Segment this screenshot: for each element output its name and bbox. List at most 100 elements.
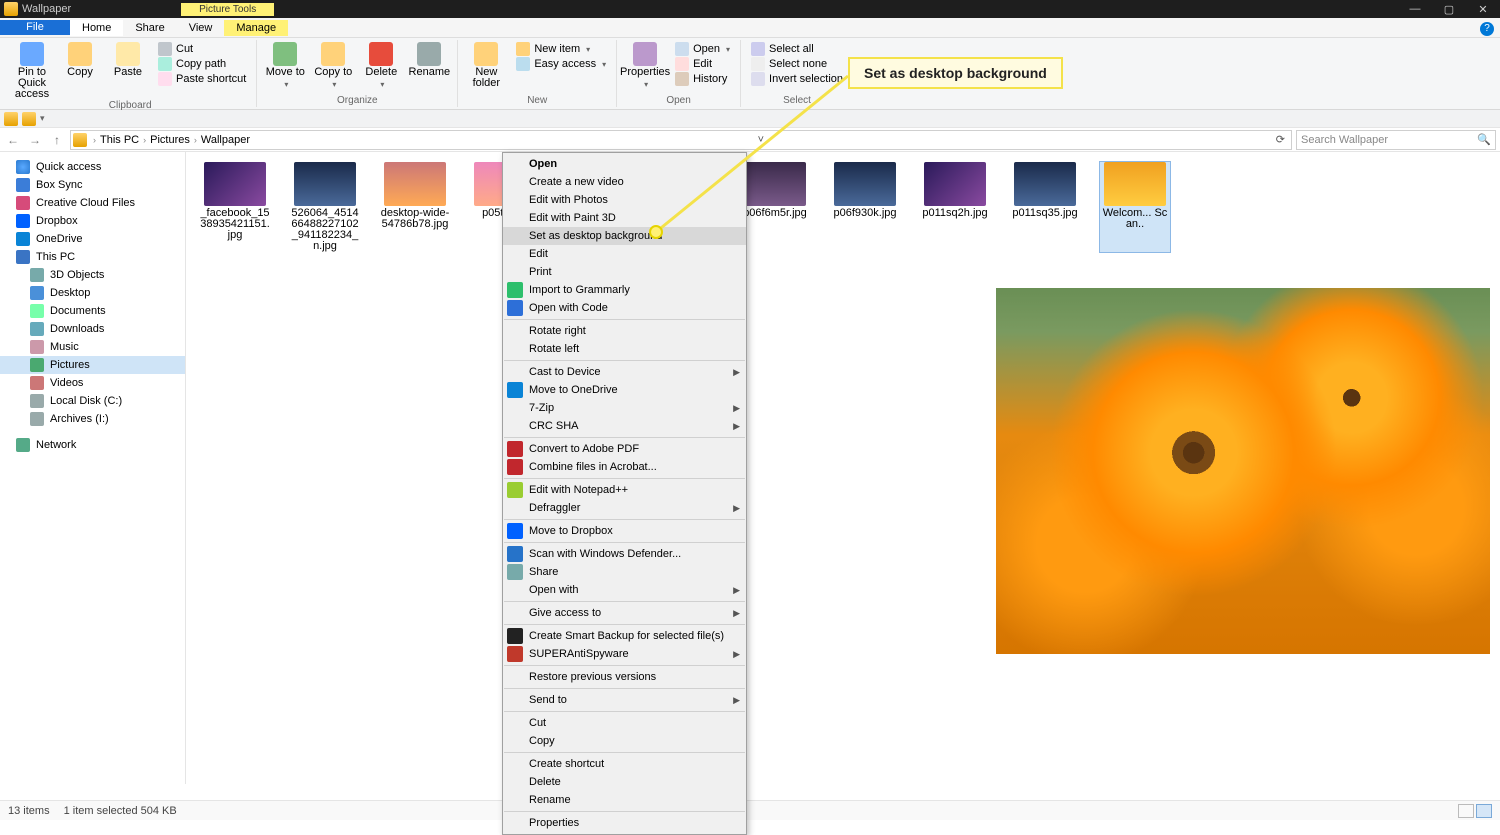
pin-to-quick-access-button[interactable]: Pin to Quick access xyxy=(10,42,54,100)
paste-button[interactable]: Paste xyxy=(106,42,150,78)
context-menu-item[interactable]: Edit with Photos xyxy=(503,191,746,209)
picture-tools-tab[interactable]: Picture Tools xyxy=(181,3,274,16)
maximize-button[interactable]: ▢ xyxy=(1432,0,1466,18)
context-menu-item[interactable]: Rotate right xyxy=(503,322,746,340)
file-item[interactable]: p011sq35.jpg xyxy=(1010,162,1080,252)
tab-file[interactable]: File xyxy=(0,20,70,35)
breadcrumb[interactable]: › This PC› Pictures› Wallpaper ˅ ⟳ xyxy=(70,130,1292,150)
context-menu-item[interactable]: Properties xyxy=(503,814,746,832)
sidebar-item-pic[interactable]: Pictures xyxy=(0,356,185,374)
context-menu-item[interactable]: Share xyxy=(503,563,746,581)
context-menu-item[interactable]: Create a new video xyxy=(503,173,746,191)
easy-access-button[interactable]: Easy access xyxy=(512,57,610,71)
context-menu-item[interactable]: 7-Zip▶ xyxy=(503,399,746,417)
context-menu-item[interactable]: Copy xyxy=(503,732,746,750)
context-menu-item[interactable]: Cast to Device▶ xyxy=(503,363,746,381)
copy-to-button[interactable]: Copy to xyxy=(311,42,355,90)
context-menu-item[interactable]: Restore previous versions xyxy=(503,668,746,686)
sidebar-item-box[interactable]: Box Sync xyxy=(0,176,185,194)
qat-dropdown-icon[interactable]: ▾ xyxy=(40,113,45,124)
tab-manage[interactable]: Manage xyxy=(224,20,288,36)
help-icon[interactable]: ? xyxy=(1480,22,1494,36)
history-button[interactable]: History xyxy=(671,72,734,86)
select-all-button[interactable]: Select all xyxy=(747,42,847,56)
context-menu-item[interactable]: Delete xyxy=(503,773,746,791)
context-menu-item[interactable]: Open with▶ xyxy=(503,581,746,599)
minimize-button[interactable]: — xyxy=(1398,0,1432,18)
refresh-button[interactable]: ⟳ xyxy=(1272,133,1289,146)
context-menu-item[interactable]: Create shortcut xyxy=(503,755,746,773)
move-to-button[interactable]: Move to xyxy=(263,42,307,90)
sidebar-item-cc[interactable]: Creative Cloud Files xyxy=(0,194,185,212)
context-menu-item[interactable]: Rename xyxy=(503,791,746,809)
sidebar-item-vid[interactable]: Videos xyxy=(0,374,185,392)
sidebar-item-doc[interactable]: Documents xyxy=(0,302,185,320)
sidebar-item-net[interactable]: Network xyxy=(0,436,185,454)
delete-button[interactable]: Delete xyxy=(359,42,403,90)
context-menu-item[interactable]: Defraggler▶ xyxy=(503,499,746,517)
sidebar-item-desk[interactable]: Desktop xyxy=(0,284,185,302)
invert-selection-button[interactable]: Invert selection xyxy=(747,72,847,86)
sidebar-item-pc[interactable]: This PC xyxy=(0,248,185,266)
file-item[interactable]: p06f930k.jpg xyxy=(830,162,900,252)
tab-share[interactable]: Share xyxy=(123,20,176,36)
new-item-button[interactable]: New item xyxy=(512,42,610,56)
tab-home[interactable]: Home xyxy=(70,20,123,36)
context-menu-item[interactable]: Convert to Adobe PDF xyxy=(503,440,746,458)
breadcrumb-part[interactable]: This PC xyxy=(100,134,139,146)
context-menu-item[interactable]: Edit with Notepad++ xyxy=(503,481,746,499)
context-menu-item[interactable]: CRC SHA▶ xyxy=(503,417,746,435)
new-folder-button[interactable]: New folder xyxy=(464,42,508,89)
context-menu-item[interactable]: Edit xyxy=(503,245,746,263)
sidebar-item-disk[interactable]: Local Disk (C:) xyxy=(0,392,185,410)
file-item[interactable]: _facebook_1538935421151.jpg xyxy=(200,162,270,252)
sidebar-item-3d[interactable]: 3D Objects xyxy=(0,266,185,284)
context-menu-item[interactable]: Open with Code xyxy=(503,299,746,317)
copy-button[interactable]: Copy xyxy=(58,42,102,78)
context-menu-item[interactable]: Scan with Windows Defender... xyxy=(503,545,746,563)
cut-button[interactable]: Cut xyxy=(154,42,250,56)
rename-button[interactable]: Rename xyxy=(407,42,451,78)
breadcrumb-dropdown-icon[interactable]: ˅ xyxy=(754,134,768,146)
file-item[interactable]: 526064_451466488227102_941182234_n.jpg xyxy=(290,162,360,252)
context-menu-item[interactable]: Combine files in Acrobat... xyxy=(503,458,746,476)
context-menu-item[interactable]: Print xyxy=(503,263,746,281)
sidebar-item-arch[interactable]: Archives (I:) xyxy=(0,410,185,428)
close-button[interactable]: ✕ xyxy=(1466,0,1500,18)
context-menu-item[interactable]: Give access to▶ xyxy=(503,604,746,622)
sidebar-item-dl[interactable]: Downloads xyxy=(0,320,185,338)
context-menu-item[interactable]: Edit with Paint 3D xyxy=(503,209,746,227)
open-button[interactable]: Open xyxy=(671,42,734,56)
file-item[interactable]: Welcom... Scan.. xyxy=(1100,162,1170,252)
file-item[interactable]: p06f6m5r.jpg xyxy=(740,162,810,252)
context-menu-item[interactable]: Move to OneDrive xyxy=(503,381,746,399)
sidebar-item-quick[interactable]: Quick access xyxy=(0,158,185,176)
file-item[interactable]: desktop-wide-54786b78.jpg xyxy=(380,162,450,252)
context-menu-item[interactable]: SUPERAntiSpyware▶ xyxy=(503,645,746,663)
context-menu-item[interactable]: Move to Dropbox xyxy=(503,522,746,540)
copy-path-button[interactable]: Copy path xyxy=(154,57,250,71)
back-button[interactable]: ← xyxy=(4,133,22,147)
select-none-button[interactable]: Select none xyxy=(747,57,847,71)
context-menu-item[interactable]: Open xyxy=(503,155,746,173)
edit-button[interactable]: Edit xyxy=(671,57,734,71)
context-menu-item[interactable]: Rotate left xyxy=(503,340,746,358)
context-menu-item[interactable]: Send to▶ xyxy=(503,691,746,709)
file-item[interactable]: p011sq2h.jpg xyxy=(920,162,990,252)
sidebar-item-music[interactable]: Music xyxy=(0,338,185,356)
details-view-button[interactable] xyxy=(1458,804,1474,818)
properties-button[interactable]: Properties xyxy=(623,42,667,90)
context-menu-item[interactable]: Create Smart Backup for selected file(s) xyxy=(503,627,746,645)
context-menu-item[interactable]: Import to Grammarly xyxy=(503,281,746,299)
context-menu-item[interactable]: Set as desktop background xyxy=(503,227,746,245)
forward-button[interactable]: → xyxy=(26,133,44,147)
tab-view[interactable]: View xyxy=(177,20,225,36)
paste-shortcut-button[interactable]: Paste shortcut xyxy=(154,72,250,86)
breadcrumb-part[interactable]: Wallpaper xyxy=(201,134,250,146)
search-input[interactable]: Search Wallpaper 🔍 xyxy=(1296,130,1496,150)
breadcrumb-part[interactable]: Pictures xyxy=(150,134,190,146)
context-menu-item[interactable]: Cut xyxy=(503,714,746,732)
sidebar-item-db[interactable]: Dropbox xyxy=(0,212,185,230)
thumbnails-view-button[interactable] xyxy=(1476,804,1492,818)
up-button[interactable]: ↑ xyxy=(48,133,66,147)
